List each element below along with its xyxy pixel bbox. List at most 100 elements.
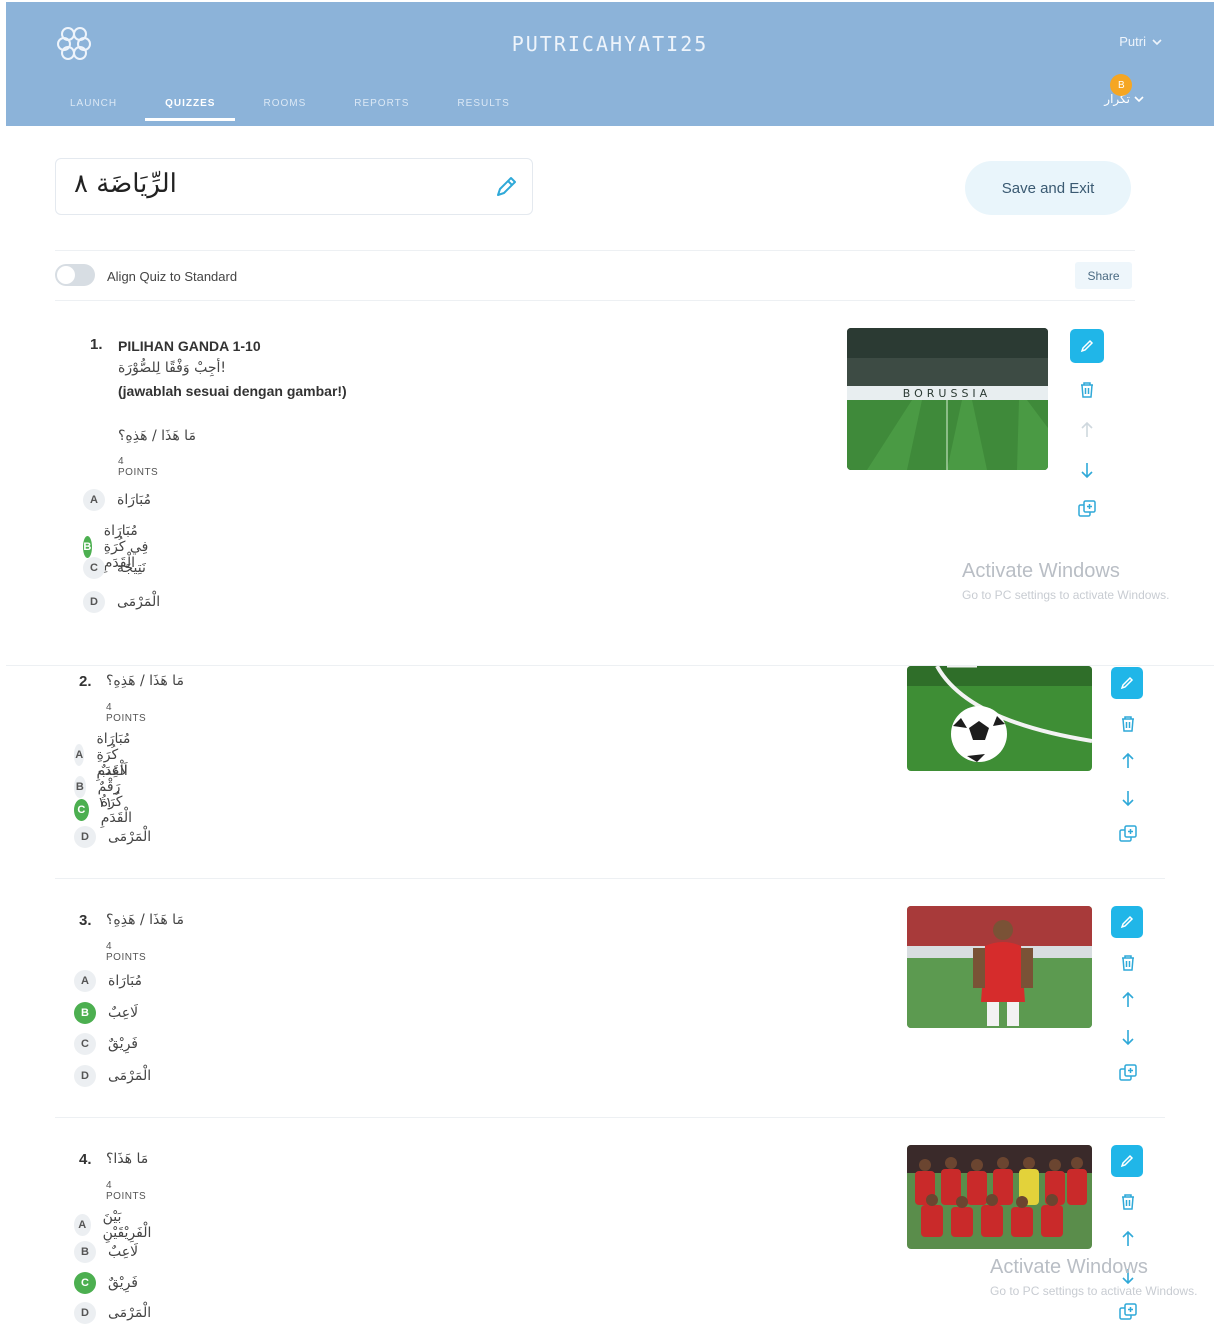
duplicate-question-button[interactable] bbox=[1111, 1056, 1145, 1090]
option-text: الْمَرْمَى bbox=[108, 1305, 152, 1321]
pencil-icon bbox=[1120, 915, 1134, 929]
move-up-button[interactable] bbox=[1070, 413, 1104, 447]
option-letter: C bbox=[74, 1033, 96, 1055]
option-text: الْمَرْمَى bbox=[117, 594, 161, 610]
toggle-knob bbox=[57, 266, 75, 284]
question-image-team bbox=[907, 1145, 1092, 1249]
question-instruction: (jawablah sesuai dengan gambar!) bbox=[118, 383, 347, 399]
question-image-ball bbox=[907, 666, 1092, 771]
question-prompt: مَا هَذَا / هَذِهِ؟ bbox=[106, 912, 184, 928]
question-number: 2. bbox=[79, 673, 92, 690]
option-letter: A bbox=[74, 970, 96, 992]
delete-question-button[interactable] bbox=[1111, 946, 1145, 980]
answer-option: A مُبَارَاة bbox=[83, 489, 151, 511]
question-instruction-arabic: أجِبْ وَفْقًا لِلصُّوْرَة! bbox=[118, 360, 226, 376]
delete-question-button[interactable] bbox=[1070, 373, 1104, 407]
save-and-exit-button[interactable]: Save and Exit bbox=[965, 161, 1131, 215]
edit-question-button[interactable] bbox=[1111, 906, 1143, 938]
duplicate-icon bbox=[1119, 1064, 1137, 1081]
option-letter: B bbox=[74, 1002, 96, 1024]
question-points: 4 POINTS bbox=[106, 702, 147, 724]
quiz-title-field[interactable]: الرِّيَاضَة ٨ bbox=[55, 158, 533, 215]
duplicate-icon bbox=[1119, 825, 1137, 842]
tab-rooms[interactable]: ROOMS bbox=[239, 98, 330, 121]
option-letter: A bbox=[83, 489, 105, 511]
duplicate-question-button[interactable] bbox=[1111, 1295, 1145, 1326]
edit-question-button[interactable] bbox=[1111, 1145, 1143, 1177]
duplicate-icon bbox=[1078, 500, 1096, 517]
arrow-down-icon bbox=[1122, 791, 1134, 807]
option-text: لَاعِبٌ bbox=[108, 1005, 139, 1021]
question-points: 4 POINTS bbox=[118, 456, 159, 478]
answer-option: D الْمَرْمَى bbox=[74, 1302, 151, 1324]
delete-question-button[interactable] bbox=[1111, 1185, 1145, 1219]
chevron-down-icon bbox=[1152, 38, 1162, 45]
arrow-up-icon bbox=[1122, 991, 1134, 1007]
duplicate-question-button[interactable] bbox=[1111, 817, 1145, 851]
duplicate-icon bbox=[1119, 1303, 1137, 1320]
delete-question-button[interactable] bbox=[1111, 707, 1145, 741]
trash-icon bbox=[1081, 382, 1093, 398]
option-letter: C bbox=[83, 557, 105, 579]
question-image-stadium: BORUSSIA bbox=[847, 328, 1048, 470]
edit-question-button[interactable] bbox=[1111, 667, 1143, 699]
arrow-up-icon bbox=[1122, 752, 1134, 768]
edit-question-button[interactable] bbox=[1070, 329, 1104, 363]
move-down-button[interactable] bbox=[1111, 1020, 1145, 1054]
option-letter: C bbox=[74, 799, 89, 821]
duplicate-question-button[interactable] bbox=[1070, 492, 1104, 526]
option-letter: D bbox=[74, 826, 96, 848]
option-letter: C bbox=[74, 1272, 96, 1294]
nav-tabs: LAUNCH QUIZZES ROOMS REPORTS RESULTS bbox=[46, 98, 534, 121]
answer-option: C نَتِيجَة bbox=[83, 557, 146, 579]
tab-reports[interactable]: REPORTS bbox=[330, 98, 433, 121]
answer-option: C فَرِيْقٌ bbox=[74, 1033, 138, 1055]
pencil-icon[interactable] bbox=[492, 173, 520, 201]
watermark-subtitle: Go to PC settings to activate Windows. bbox=[962, 588, 1170, 602]
answer-option: D الْمَرْمَى bbox=[74, 1065, 151, 1087]
option-letter: D bbox=[83, 591, 105, 613]
move-up-button[interactable] bbox=[1111, 744, 1145, 778]
tab-quizzes[interactable]: QUIZZES bbox=[141, 98, 239, 121]
question-number: 3. bbox=[79, 912, 92, 929]
move-up-button[interactable] bbox=[1111, 983, 1145, 1017]
option-text: نَتِيجَة bbox=[117, 560, 146, 576]
move-down-button[interactable] bbox=[1070, 453, 1104, 487]
trash-icon bbox=[1122, 955, 1134, 971]
quiz-title: الرِّيَاضَة ٨ bbox=[74, 169, 177, 199]
arrow-down-icon bbox=[1081, 463, 1093, 479]
question-number: 4. bbox=[79, 1151, 92, 1168]
question-points: 4 POINTS bbox=[106, 1180, 147, 1202]
top-header: PUTRICAHYATI25 Putri LAUNCH QUIZZES ROOM… bbox=[6, 2, 1214, 126]
question-points: 4 POINTS bbox=[106, 941, 147, 963]
option-letter: D bbox=[74, 1302, 96, 1324]
user-name: Putri bbox=[1119, 34, 1146, 49]
tab-launch[interactable]: LAUNCH bbox=[46, 98, 141, 121]
divider bbox=[55, 1117, 1165, 1118]
svg-text:BORUSSIA: BORUSSIA bbox=[903, 387, 991, 400]
answer-option-correct: B لَاعِبٌ bbox=[74, 1002, 138, 1024]
answer-option: A بَيْنَ الْفَرِيْقَيْنِ bbox=[74, 1209, 157, 1241]
question-prompt: مَا هَذَا / هَذِهِ؟ bbox=[118, 428, 196, 444]
arrow-up-icon bbox=[1081, 421, 1093, 437]
pencil-icon bbox=[1120, 1154, 1134, 1168]
align-standard-toggle[interactable] bbox=[55, 264, 95, 286]
option-text: كُرَةُ الْقَدَمِ bbox=[100, 794, 133, 826]
trash-icon bbox=[1122, 716, 1134, 732]
user-menu[interactable]: Putri bbox=[1119, 34, 1162, 49]
move-down-button[interactable] bbox=[1111, 781, 1145, 815]
answer-option: D الْمَرْمَى bbox=[74, 826, 151, 848]
language-switcher[interactable]: B تكرار bbox=[1104, 74, 1144, 106]
divider bbox=[55, 250, 1135, 251]
watermark-title: Activate Windows bbox=[990, 1256, 1148, 1278]
answer-option: A مُبَارَاة bbox=[74, 970, 142, 992]
option-text: فَرِيْقٌ bbox=[108, 1036, 138, 1052]
answer-option-correct: C فَرِيْقٌ bbox=[74, 1272, 138, 1294]
question-number: 1. bbox=[90, 336, 103, 353]
arrow-down-icon bbox=[1122, 1030, 1134, 1046]
share-button[interactable]: Share bbox=[1075, 262, 1132, 289]
pencil-icon bbox=[1120, 676, 1134, 690]
arrow-up-icon bbox=[1122, 1230, 1134, 1246]
tab-results[interactable]: RESULTS bbox=[433, 98, 533, 121]
move-up-button[interactable] bbox=[1111, 1222, 1145, 1256]
